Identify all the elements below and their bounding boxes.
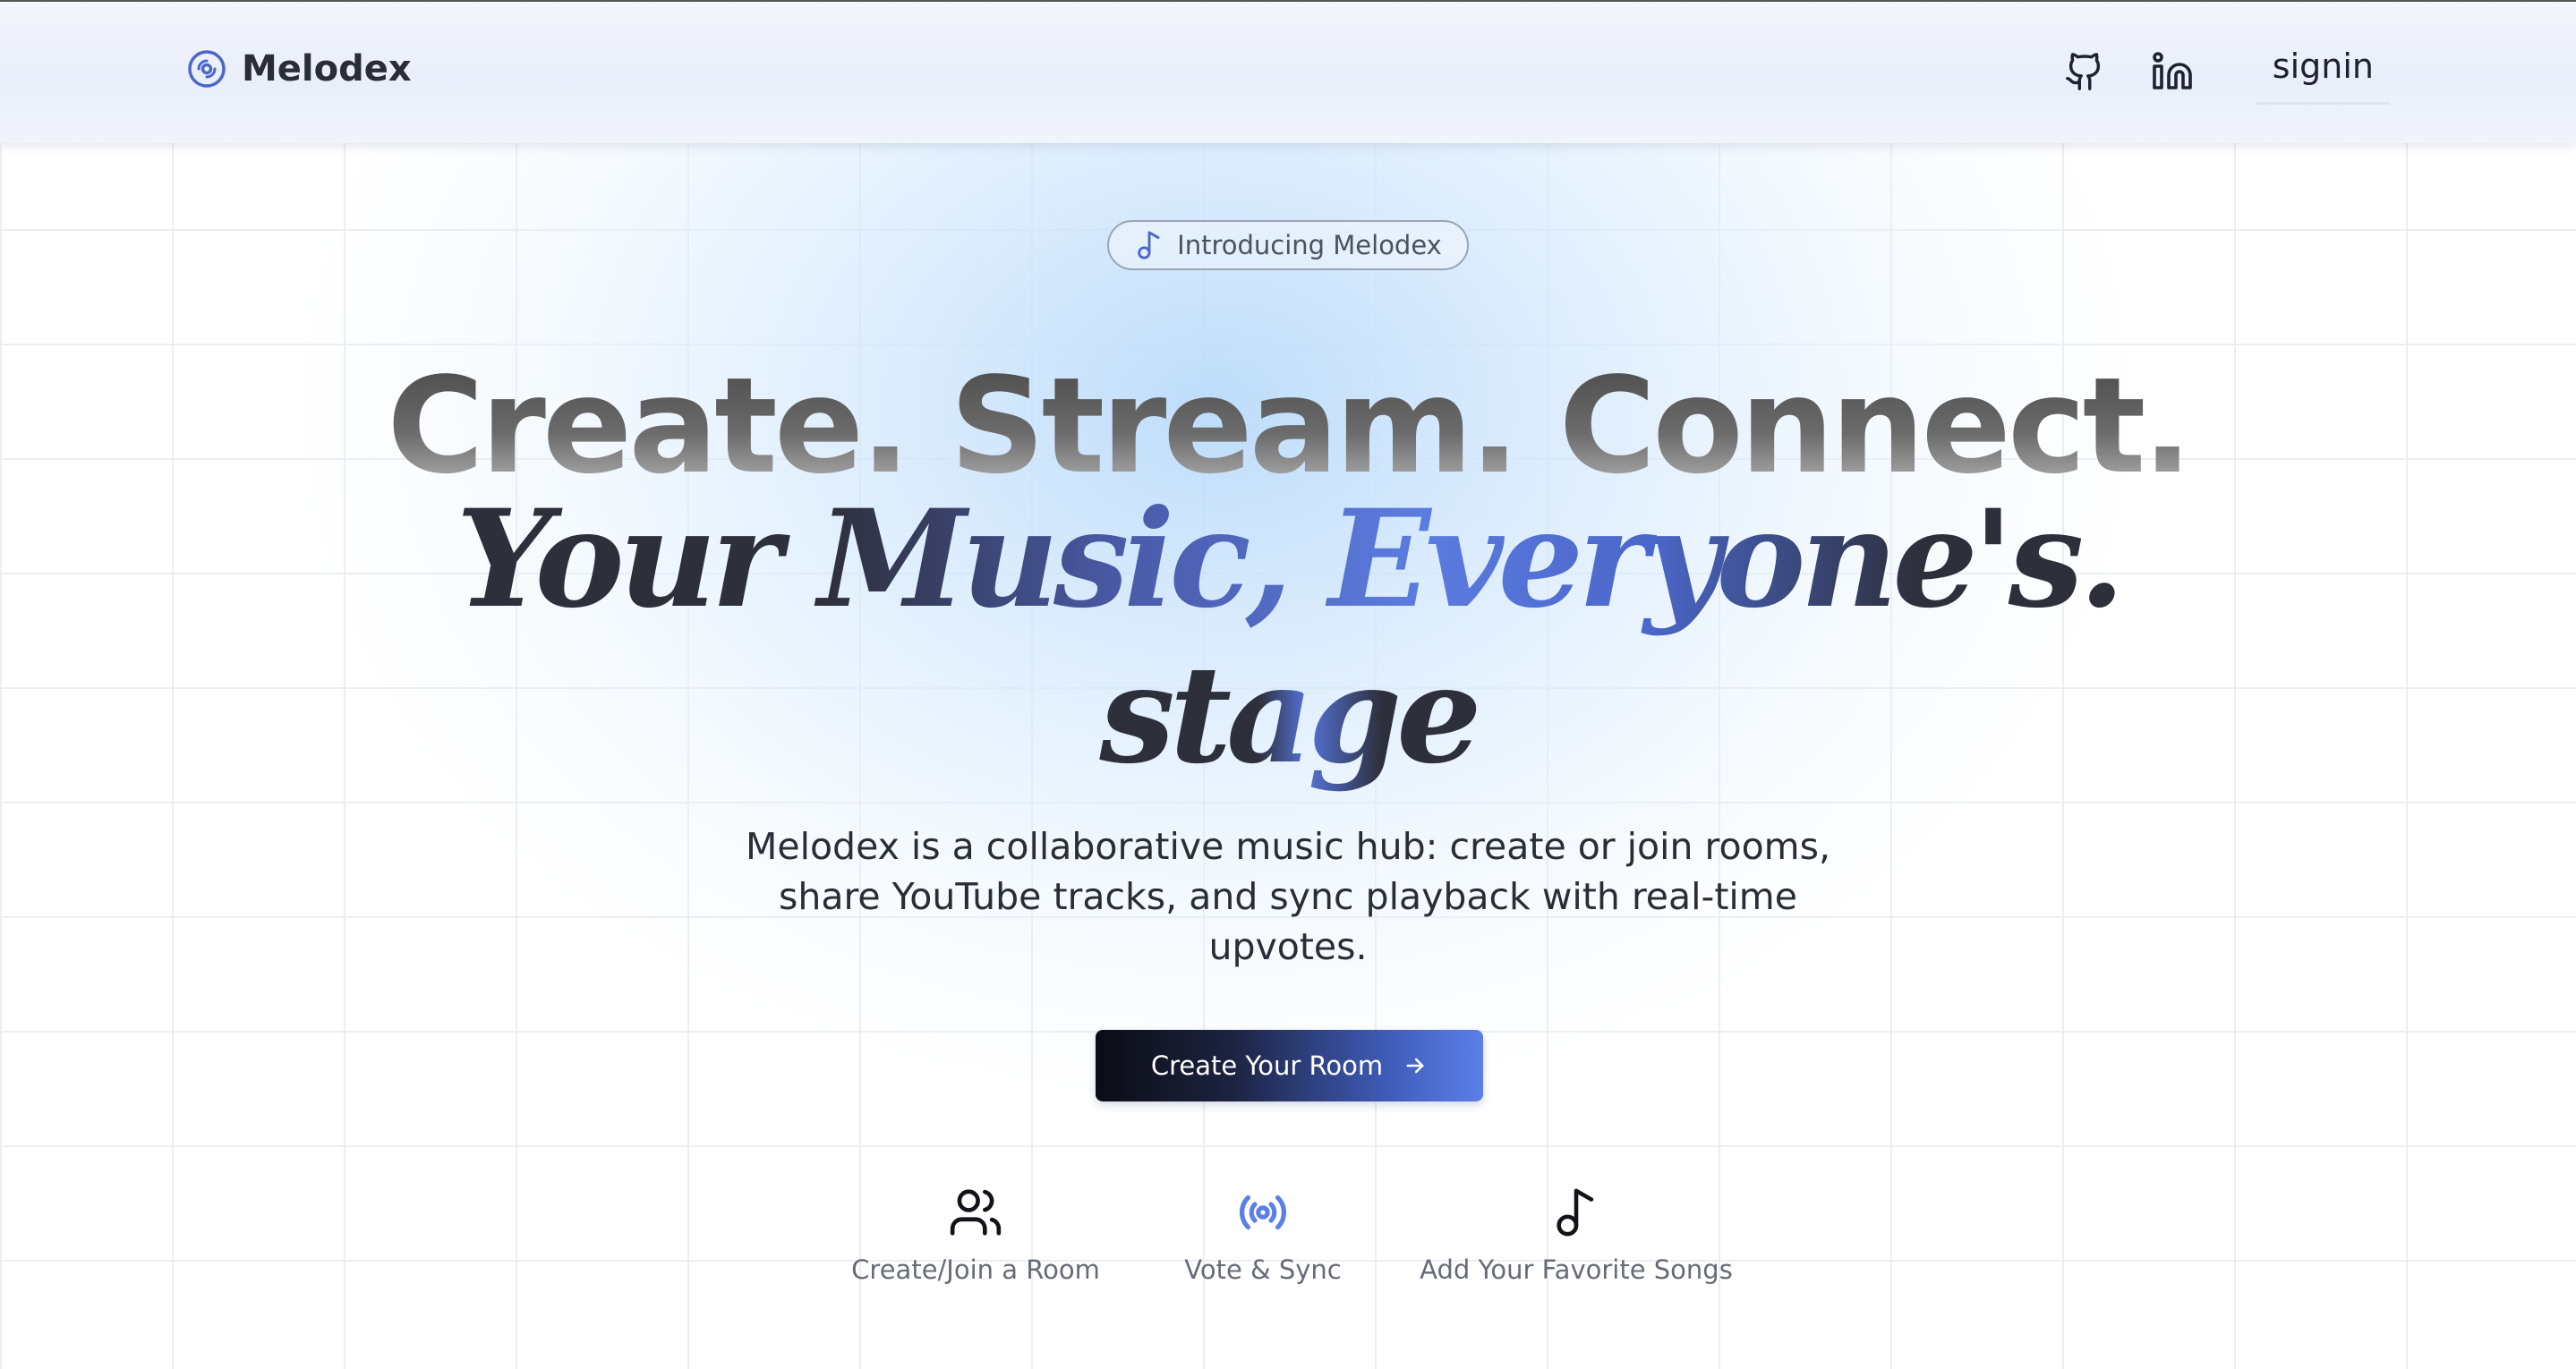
badge-label: Introducing Melodex [1177,230,1442,260]
hero-description: Melodex is a collaborative music hub: cr… [745,825,1831,968]
signin-button[interactable]: signin [2256,38,2390,105]
hero-tagline-line1: Your Music, Everyone's. [0,483,2576,635]
hero-headline: Create. Stream. Connect. [0,356,2576,496]
navbar: Melodex signin [0,0,2576,143]
tagline-stage-text: stage [1099,636,1481,794]
broadcast-icon [1234,1185,1292,1240]
arrow-right-icon [1403,1053,1428,1078]
feature-add-songs: Add Your Favorite Songs [1420,1185,1733,1285]
disc-icon [186,48,227,89]
hero-tagline-line2: stage [0,639,2576,791]
create-room-label: Create Your Room [1150,1050,1384,1081]
feature-label: Add Your Favorite Songs [1420,1254,1733,1285]
landing-page: Melodex signin Introducing Melodex Creat… [0,0,2576,1369]
create-room-button[interactable]: Create Your Room [1096,1030,1483,1101]
nav-actions: signin [2063,38,2390,105]
brand-name: Melodex [242,48,412,89]
intro-badge: Introducing Melodex [1107,220,1469,270]
tagline-text: Your Music, Everyone's. [456,480,2126,638]
feature-create-join: Create/Join a Room [849,1185,1102,1285]
feature-label: Vote & Sync [1184,1254,1342,1285]
github-icon[interactable] [2063,50,2106,93]
users-icon [948,1185,1003,1240]
brand-logo-link[interactable]: Melodex [186,48,412,89]
feature-label: Create/Join a Room [851,1254,1100,1285]
music-note-icon [1550,1185,1602,1240]
feature-vote-sync: Vote & Sync [1184,1185,1342,1285]
linkedin-icon[interactable] [2151,50,2194,93]
music-note-icon [1134,228,1164,262]
